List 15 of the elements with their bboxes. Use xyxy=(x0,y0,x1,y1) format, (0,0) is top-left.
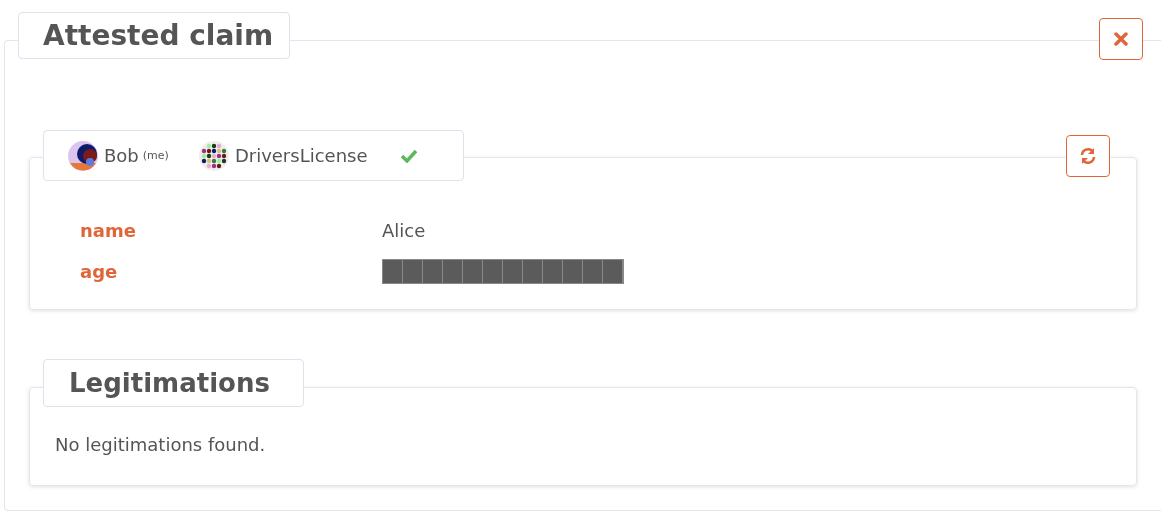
field-value: Alice xyxy=(382,220,426,241)
empty-message: No legitimations found. xyxy=(55,434,267,455)
refresh-button[interactable] xyxy=(1066,135,1110,177)
close-icon xyxy=(1114,32,1128,46)
close-button[interactable] xyxy=(1099,18,1143,60)
field-label: name xyxy=(80,220,137,241)
field-label: age xyxy=(80,261,119,282)
ctype-name: DriversLicense xyxy=(234,145,368,166)
refresh-icon xyxy=(1079,147,1097,165)
panel-title: Attested claim xyxy=(43,19,274,52)
owner-note: (me) xyxy=(142,149,169,162)
avatar-icon xyxy=(68,140,98,171)
legitimations-title: Legitimations xyxy=(69,368,270,398)
identicon-icon xyxy=(198,140,229,171)
owner-name: Bob xyxy=(104,145,139,166)
